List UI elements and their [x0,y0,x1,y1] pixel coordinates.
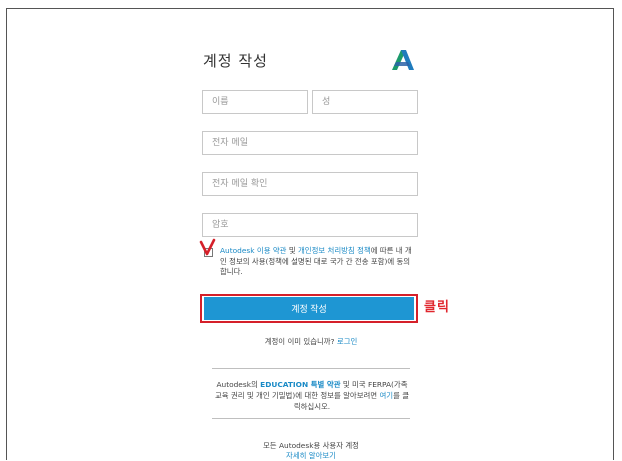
has-account-label: 계정이 이미 있습니까? [264,337,335,346]
password-input[interactable]: 암호 [202,213,418,237]
learn-more-link[interactable]: 자세히 알아보기 [0,450,622,461]
email-input[interactable]: 전자 메일 [202,131,418,155]
agree-text: Autodesk 이용 약관 및 개인정보 처리방침 정책에 따른 내 개인 정… [220,246,414,278]
autodesk-logo-icon [392,50,414,70]
login-link[interactable]: 로그인 [337,337,357,346]
email-confirm-input[interactable]: 전자 메일 확인 [202,172,418,196]
first-name-input[interactable]: 이름 [202,90,308,114]
divider-top [212,368,410,369]
privacy-link[interactable]: 개인정보 처리방침 정책 [298,246,371,255]
autodesk-brand-link[interactable]: Autodesk [220,246,255,255]
terms-link[interactable]: 이용 약관 [257,246,287,255]
has-account-text: 계정이 이미 있습니까? 로그인 [0,336,622,347]
edu-prefix: Autodesk의 [216,380,258,389]
education-terms-link[interactable]: EDUCATION 특별 약관 [260,380,340,389]
create-account-button[interactable]: 계정 작성 [204,297,414,320]
red-checkmark-icon [199,238,216,256]
here-link[interactable]: 여기 [379,391,393,400]
click-annotation: 클릭 [424,300,450,315]
agree-and: 및 [288,246,296,255]
page-title: 계정 작성 [203,52,268,70]
divider-bottom [212,418,410,419]
education-text: Autodesk의 EDUCATION 특별 약관 및 미국 FERPA(가족 … [214,379,410,412]
last-name-input[interactable]: 성 [312,90,418,114]
